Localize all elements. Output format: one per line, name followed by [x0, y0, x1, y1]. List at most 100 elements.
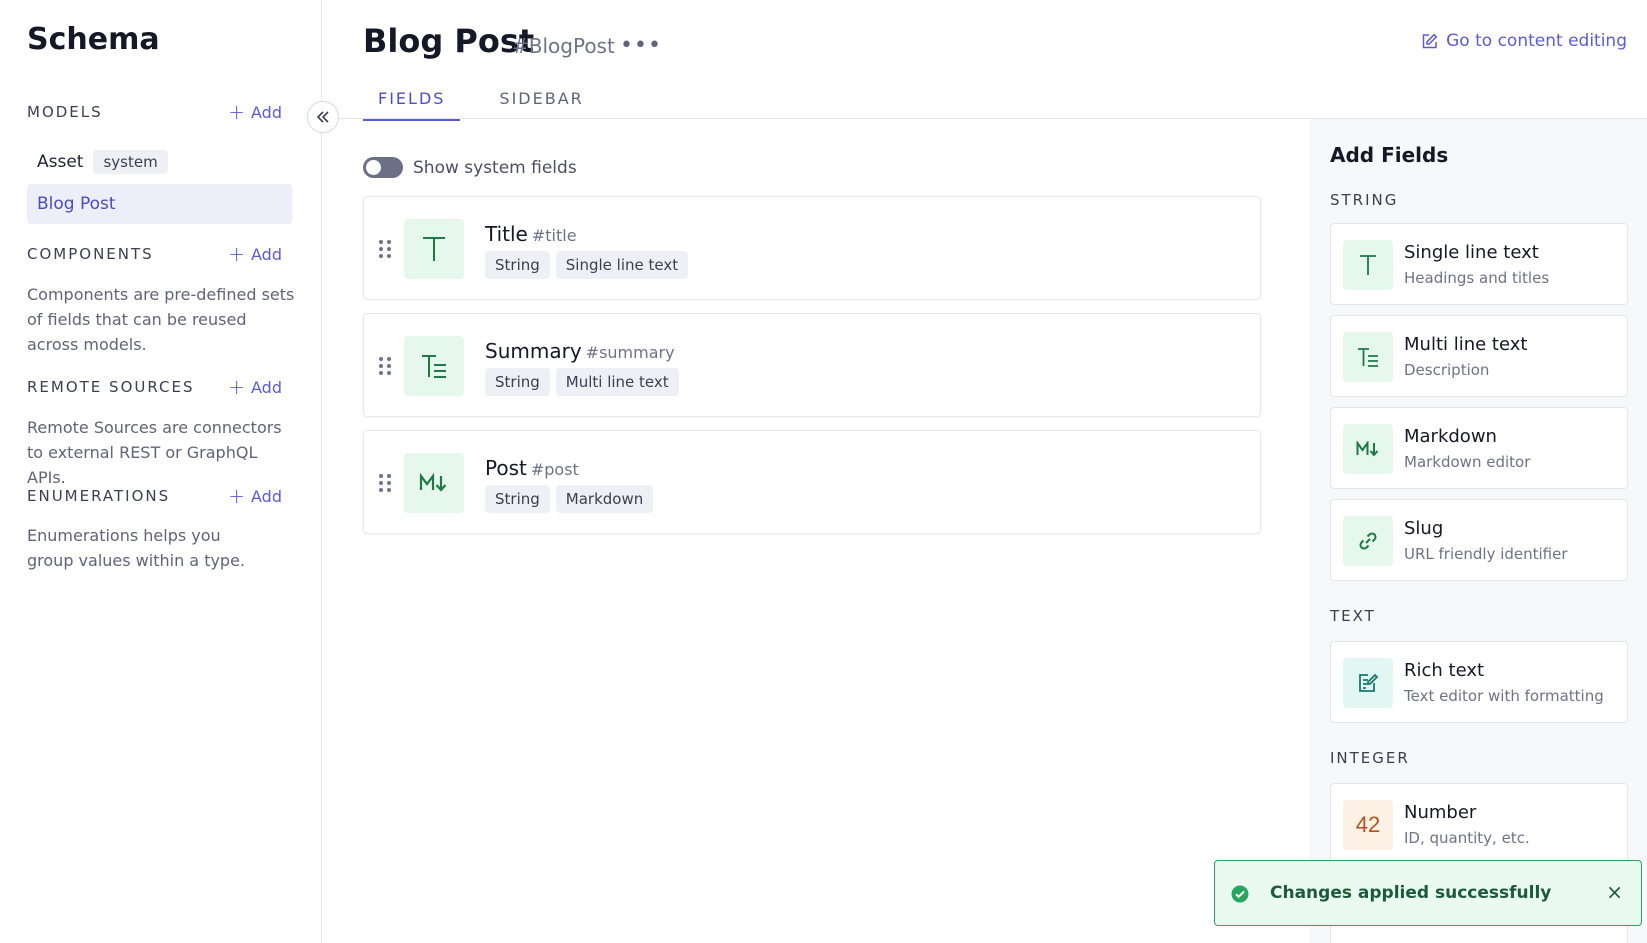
sidebar-item-label: Asset — [37, 152, 84, 172]
add-number[interactable]: 42 Number ID, quantity, etc. — [1330, 783, 1628, 865]
remote-sources-section-title: REMOTE SOURCES — [27, 378, 195, 396]
plus-icon: + — [228, 100, 246, 124]
enumerations-description: Enumerations helps you group values with… — [27, 526, 246, 570]
add-model-label: Add — [251, 102, 282, 122]
string-group-title: STRING — [1330, 191, 1399, 209]
field-subtype-tag: Single line text — [555, 251, 689, 279]
field-api-id: #post — [530, 460, 579, 479]
plus-icon: + — [228, 242, 246, 266]
system-fields-toggle-row: Show system fields — [363, 157, 577, 178]
success-toast: Changes applied successfully × — [1214, 860, 1642, 926]
field-type-desc: Markdown editor — [1404, 453, 1531, 471]
page-title: Blog Post — [363, 22, 535, 60]
enumerations-section-header: ENUMERATIONS + Add — [27, 486, 282, 506]
single-line-text-icon — [404, 219, 464, 279]
add-fields-panel: Add Fields STRING Single line text Headi… — [1310, 119, 1647, 943]
remote-sources-description: Remote Sources are connectors to externa… — [27, 418, 282, 487]
field-type-desc: ID, quantity, etc. — [1404, 829, 1530, 847]
add-enumeration-label: Add — [251, 486, 282, 506]
field-type-desc: Description — [1404, 361, 1490, 379]
plus-icon: + — [228, 484, 246, 508]
add-remote-source-button[interactable]: + Add — [228, 377, 282, 397]
add-component-button[interactable]: + Add — [228, 244, 282, 264]
drag-handle-icon — [379, 357, 391, 375]
markdown-icon — [404, 453, 464, 513]
tab-fields[interactable]: FIELDS — [363, 84, 461, 121]
enumerations-section-title: ENUMERATIONS — [27, 487, 171, 505]
link-icon — [1343, 516, 1393, 566]
collapse-sidebar-button[interactable] — [307, 101, 339, 133]
plus-icon: + — [228, 375, 246, 399]
components-section-title: COMPONENTS — [27, 245, 154, 263]
schema-sidebar: Schema MODELS + Add Asset system Blog Pos… — [0, 0, 322, 943]
field-type-name: Slug — [1404, 518, 1444, 539]
field-card-title[interactable]: Title #title String Single line text — [363, 196, 1261, 300]
rich-text-icon — [1343, 658, 1393, 708]
go-to-content-editing-label: Go to content editing — [1446, 31, 1627, 51]
toast-message: Changes applied successfully — [1270, 883, 1552, 903]
field-type-name: Markdown — [1404, 426, 1497, 447]
model-api-id: #BlogPost — [512, 34, 615, 58]
add-markdown[interactable]: Markdown Markdown editor — [1330, 407, 1628, 489]
field-name: Summary #summary — [485, 339, 675, 363]
components-section-header: COMPONENTS + Add — [27, 244, 282, 264]
more-options-button[interactable]: ••• — [620, 33, 662, 58]
go-to-content-editing-link[interactable]: Go to content editing — [1421, 31, 1627, 51]
sidebar-item-asset[interactable]: Asset system — [27, 147, 168, 177]
single-line-text-icon — [1343, 240, 1393, 290]
field-display-name: Summary — [485, 339, 582, 363]
field-card-summary[interactable]: Summary #summary String Multi line text — [363, 313, 1261, 417]
remote-sources-section-header: REMOTE SOURCES + Add — [27, 377, 282, 397]
add-remote-source-label: Add — [251, 377, 282, 397]
multi-line-text-icon — [1343, 332, 1393, 382]
integer-group-title: INTEGER — [1330, 749, 1410, 767]
field-type-desc: URL friendly identifier — [1404, 545, 1568, 563]
check-circle-icon — [1231, 885, 1249, 903]
tab-sidebar[interactable]: SIDEBAR — [484, 84, 598, 121]
field-api-id: #summary — [585, 343, 675, 362]
add-single-line-text[interactable]: Single line text Headings and titles — [1330, 223, 1628, 305]
add-component-label: Add — [251, 244, 282, 264]
field-tags: String Markdown — [485, 485, 654, 513]
field-subtype-tag: Markdown — [555, 485, 654, 513]
field-type-name: Rich text — [1404, 660, 1485, 681]
drag-handle-icon — [379, 474, 391, 492]
field-tags: String Single line text — [485, 251, 689, 279]
field-name: Title #title — [485, 222, 577, 246]
field-type-desc: Headings and titles — [1404, 269, 1550, 287]
add-model-button[interactable]: + Add — [228, 102, 282, 122]
drag-handle-icon — [379, 240, 391, 258]
show-system-fields-toggle[interactable] — [363, 157, 403, 178]
toggle-knob — [366, 160, 381, 175]
markdown-icon — [1343, 424, 1393, 474]
field-card-post[interactable]: Post #post String Markdown — [363, 430, 1261, 534]
models-section-header: MODELS + Add — [27, 102, 282, 122]
components-description: Components are pre-defined sets of field… — [27, 285, 295, 354]
field-display-name: Post — [485, 456, 527, 480]
system-badge: system — [93, 150, 168, 174]
add-slug[interactable]: Slug URL friendly identifier — [1330, 499, 1628, 581]
field-type-tag: String — [485, 485, 550, 513]
edit-icon — [1422, 33, 1438, 48]
add-fields-title: Add Fields — [1330, 143, 1449, 167]
field-type-name: Number — [1404, 802, 1477, 823]
models-section-title: MODELS — [27, 103, 103, 121]
field-api-id: #title — [531, 226, 577, 245]
field-type-name: Multi line text — [1404, 334, 1528, 355]
number-icon: 42 — [1343, 800, 1393, 850]
add-rich-text[interactable]: Rich text Text editor with formatting — [1330, 641, 1628, 723]
add-multi-line-text[interactable]: Multi line text Description — [1330, 315, 1628, 397]
field-type-desc: Text editor with formatting — [1404, 687, 1604, 705]
multi-line-text-icon — [404, 336, 464, 396]
field-tags: String Multi line text — [485, 368, 679, 396]
field-name: Post #post — [485, 456, 579, 480]
close-toast-button[interactable]: × — [1606, 880, 1623, 904]
add-enumeration-button[interactable]: + Add — [228, 486, 282, 506]
chevrons-left-icon — [316, 111, 329, 123]
text-group-title: TEXT — [1330, 607, 1376, 625]
field-type-tag: String — [485, 368, 550, 396]
sidebar-title: Schema — [27, 22, 160, 57]
field-type-name: Single line text — [1404, 242, 1539, 263]
sidebar-item-blog-post[interactable]: Blog Post — [27, 184, 292, 224]
field-display-name: Title — [485, 222, 528, 246]
